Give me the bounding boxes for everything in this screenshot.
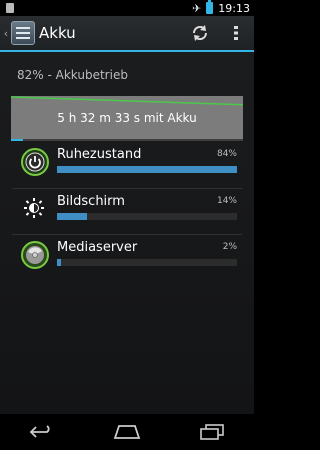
recent-apps-button[interactable]	[192, 414, 232, 450]
graph-charging-indicator	[11, 139, 23, 141]
status-bar: ✈ 19:13	[0, 0, 254, 16]
usage-bar-track	[57, 166, 237, 173]
refresh-button[interactable]	[182, 16, 218, 50]
brightness-icon	[24, 198, 44, 218]
list-divider	[12, 188, 242, 189]
battery-history-graph[interactable]: 5 h 32 m 33 s mit Akku	[11, 96, 243, 141]
usage-item-percent: 2%	[222, 242, 237, 252]
home-icon	[113, 425, 141, 439]
usage-item-label: Bildschirm	[57, 194, 125, 209]
usage-bar-fill	[57, 259, 62, 266]
battery-usage-content: 82% - Akkubetrieb 5 h 32 m 33 s mit Akku…	[0, 52, 254, 414]
action-bar: ‹ Akku	[0, 16, 254, 50]
usage-item-percent: 14%	[216, 196, 237, 206]
home-button[interactable]	[107, 414, 147, 450]
usage-item-ruhezustand[interactable]: Ruhezustand 84%	[0, 147, 254, 193]
up-chevron-icon[interactable]: ‹	[1, 27, 11, 40]
page-title: Akku	[39, 24, 76, 42]
settings-app-icon[interactable]	[11, 21, 35, 45]
sim-card-icon	[6, 3, 14, 13]
back-icon	[30, 425, 50, 438]
usage-item-label: Ruhezustand	[57, 147, 142, 162]
power-icon	[21, 148, 49, 176]
recent-apps-icon	[199, 424, 224, 440]
battery-summary: 82% - Akkubetrieb	[17, 68, 128, 82]
list-divider	[12, 234, 242, 235]
overflow-menu-icon	[234, 26, 238, 40]
status-time: 19:13	[218, 1, 250, 15]
overflow-menu-button[interactable]	[218, 16, 254, 50]
refresh-icon	[192, 25, 208, 41]
graph-baseline	[11, 139, 243, 141]
usage-item-mediaserver[interactable]: Mediaserver 2%	[0, 240, 254, 286]
usage-item-label: Mediaserver	[57, 240, 138, 255]
back-button[interactable]	[22, 414, 62, 450]
airplane-mode-icon: ✈	[192, 1, 202, 15]
usage-bar-track	[57, 213, 237, 220]
navigation-bar	[0, 414, 254, 450]
usage-item-percent: 84%	[216, 149, 237, 159]
usage-bar-fill	[57, 213, 88, 220]
battery-icon	[206, 0, 214, 14]
graph-caption: 5 h 32 m 33 s mit Akku	[57, 111, 197, 125]
usage-bar-fill	[57, 166, 237, 173]
usage-bar-track	[57, 259, 237, 266]
mediaserver-icon	[21, 241, 49, 269]
